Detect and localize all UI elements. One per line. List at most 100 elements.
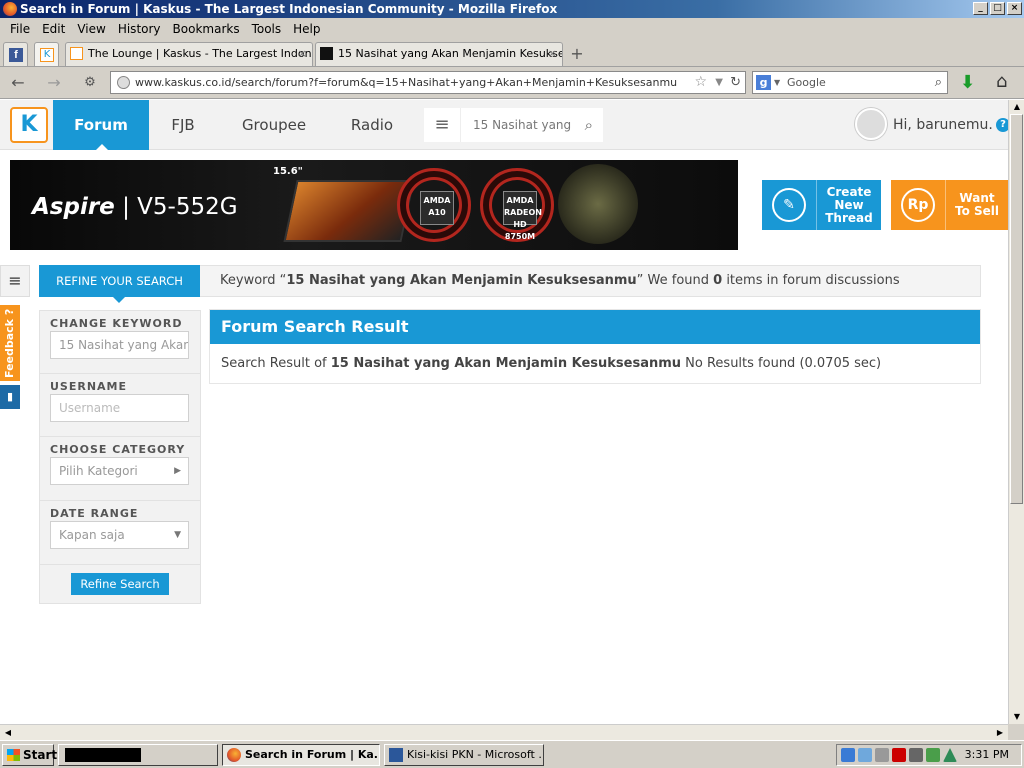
category-section: CHOOSE CATEGORY Pilih Kategori ▶: [40, 437, 200, 501]
close-tab-icon[interactable]: ×: [298, 43, 307, 65]
want-to-sell-button[interactable]: Rp Want To Sell: [891, 180, 1008, 230]
search-engine-name: Google: [787, 76, 826, 89]
scroll-thumb[interactable]: [1010, 114, 1023, 504]
kaskus-logo[interactable]: K: [10, 107, 48, 143]
taskbar-item-word[interactable]: Kisi-kisi PKN - Microsoft ...: [384, 744, 544, 766]
kw-keyword: 15 Nasihat yang Akan Menjamin Kesuksesan…: [286, 273, 637, 288]
keyword-input[interactable]: 15 Nasihat yang Akan Menjamin Kesuksesan…: [50, 331, 189, 359]
horizontal-scrollbar[interactable]: ◀ ▶: [0, 724, 1008, 740]
menu-edit[interactable]: Edit: [36, 22, 71, 36]
scroll-down-icon[interactable]: ▼: [1011, 711, 1023, 723]
refine-tab-label: REFINE YOUR SEARCH: [56, 274, 183, 288]
menu-bookmarks[interactable]: Bookmarks: [167, 22, 246, 36]
banner-brand: Aspire | V5-552G: [32, 194, 238, 220]
page-viewport: K Forum FJB Groupee Radio ≡ 15 Nasihat y…: [0, 100, 1008, 724]
want-to-sell-label: Want To Sell: [954, 191, 1000, 218]
results-body: Search Result of 15 Nasihat yang Akan Me…: [210, 344, 980, 384]
network-icon[interactable]: [841, 748, 855, 762]
kaskus-search-input[interactable]: 15 Nasihat yang ⌕: [460, 108, 603, 142]
forward-button[interactable]: →: [44, 73, 64, 93]
feedback-icon[interactable]: ▮: [0, 385, 20, 409]
antivirus-icon[interactable]: [892, 748, 906, 762]
date-range-section: DATE RANGE Kapan saja ▼: [40, 501, 200, 565]
maximize-button[interactable]: □: [990, 2, 1005, 15]
identity-icon[interactable]: ⚙: [80, 73, 100, 93]
search-icon[interactable]: ⌕: [585, 108, 593, 142]
url-dropdown-icon[interactable]: ▼: [715, 72, 723, 93]
results-prefix: Search Result of: [221, 356, 331, 371]
nav-forum-label: Forum: [74, 116, 128, 134]
close-tab-icon[interactable]: ×: [548, 43, 557, 65]
tab-nasihat[interactable]: 15 Nasihat yang Akan Menjamin Kesukse...…: [315, 42, 563, 66]
nav-forum[interactable]: Forum: [53, 100, 149, 150]
date-range-select[interactable]: Kapan saja ▼: [50, 521, 189, 549]
windows-taskbar: Start Search in Forum | Ka... Kisi-kisi …: [0, 740, 1024, 768]
scroll-up-icon[interactable]: ▲: [1011, 101, 1023, 113]
kaskus-search-value: 15 Nasihat yang: [473, 118, 572, 132]
home-icon[interactable]: ⌂: [996, 71, 1007, 92]
taskbar-item-redacted[interactable]: [58, 744, 218, 766]
google-icon[interactable]: g: [756, 75, 771, 90]
download-icon[interactable]: ⬇: [960, 72, 975, 93]
vertical-scrollbar[interactable]: ▲ ▼: [1008, 100, 1024, 724]
username-input[interactable]: Username: [50, 394, 189, 422]
word-icon: [389, 748, 403, 762]
firefox-icon: [227, 748, 241, 762]
avatar[interactable]: [855, 108, 887, 140]
minimize-button[interactable]: _: [973, 2, 988, 15]
task-label: Search in Forum | Ka...: [245, 748, 380, 761]
scroll-corner: [1008, 724, 1024, 740]
task-label: Kisi-kisi PKN - Microsoft ...: [407, 748, 544, 761]
help-icon[interactable]: ?: [996, 118, 1008, 132]
window-title: Search in Forum | Kaskus - The Largest I…: [20, 2, 558, 16]
nav-fjb[interactable]: FJB: [160, 100, 206, 150]
rupiah-icon: Rp: [901, 188, 935, 222]
back-button[interactable]: ←: [8, 73, 28, 93]
feedback-label[interactable]: Feedback ?: [0, 305, 20, 381]
nav-groupee[interactable]: Groupee: [232, 100, 316, 150]
chip-label: AMDA RADEON HD 8750M: [503, 191, 542, 241]
create-new-thread-button[interactable]: ✎ Create New Thread: [762, 180, 881, 230]
results-query: 15 Nasihat yang Akan Menjamin Kesuksesan…: [330, 356, 682, 371]
menu-tools[interactable]: Tools: [246, 22, 288, 36]
tray-app-icon[interactable]: [909, 748, 923, 762]
refine-search-tab[interactable]: REFINE YOUR SEARCH: [39, 265, 200, 303]
search-engine-dropdown-icon[interactable]: ▼: [774, 72, 780, 93]
tab-bar: f K The Lounge | Kaskus - The Largest In…: [0, 39, 1024, 67]
address-bar[interactable]: www.kaskus.co.id/search/forum?f=forum&q=…: [110, 71, 746, 94]
menu-file[interactable]: File: [4, 22, 36, 36]
reload-icon[interactable]: ↻: [730, 72, 741, 93]
windows-logo-icon: [7, 749, 20, 761]
close-window-button[interactable]: ×: [1007, 2, 1022, 15]
menu-help[interactable]: Help: [287, 22, 326, 36]
category-select[interactable]: Pilih Kategori ▶: [50, 457, 189, 485]
refine-search-button[interactable]: Refine Search: [71, 573, 169, 595]
window-title-bar[interactable]: Search in Forum | Kaskus - The Largest I…: [0, 0, 1024, 18]
tab-kaskus-pinned[interactable]: K: [34, 42, 59, 66]
menu-history[interactable]: History: [112, 22, 167, 36]
nav-radio[interactable]: Radio: [344, 100, 400, 150]
menu-hamburger-icon[interactable]: ≡: [424, 108, 460, 142]
ad-banner[interactable]: Aspire | V5-552G 15.6" AMDA A10 AMDA RAD…: [10, 160, 738, 250]
amd-radeon-badge: AMDA RADEON HD 8750M: [480, 168, 554, 242]
tray-app-icon[interactable]: [926, 748, 940, 762]
tray-app-icon[interactable]: [858, 748, 872, 762]
username-section: USERNAME Username: [40, 374, 200, 437]
bookmark-star-icon[interactable]: ☆: [694, 72, 707, 93]
search-icon[interactable]: ⌕: [935, 72, 942, 93]
user-greeting[interactable]: Hi, barunemu.: [893, 100, 993, 150]
scroll-right-icon[interactable]: ▶: [994, 727, 1006, 739]
tab-the-lounge[interactable]: The Lounge | Kaskus - The Largest Indon.…: [65, 42, 313, 66]
new-tab-button[interactable]: +: [566, 44, 588, 64]
taskbar-item-firefox[interactable]: Search in Forum | Ka...: [222, 744, 380, 766]
tray-warning-icon[interactable]: [943, 748, 957, 762]
firefox-icon: [3, 2, 17, 16]
start-button[interactable]: Start: [2, 744, 57, 766]
feedback-widget[interactable]: Feedback ? ▮: [0, 305, 20, 409]
sidebar-toggle-icon[interactable]: ≡: [0, 265, 30, 297]
menu-view[interactable]: View: [71, 22, 111, 36]
tab-facebook-pinned[interactable]: f: [3, 42, 28, 66]
scroll-left-icon[interactable]: ◀: [2, 727, 14, 739]
volume-icon[interactable]: [875, 748, 889, 762]
search-engine-box[interactable]: g ▼ Google ⌕: [752, 71, 948, 94]
